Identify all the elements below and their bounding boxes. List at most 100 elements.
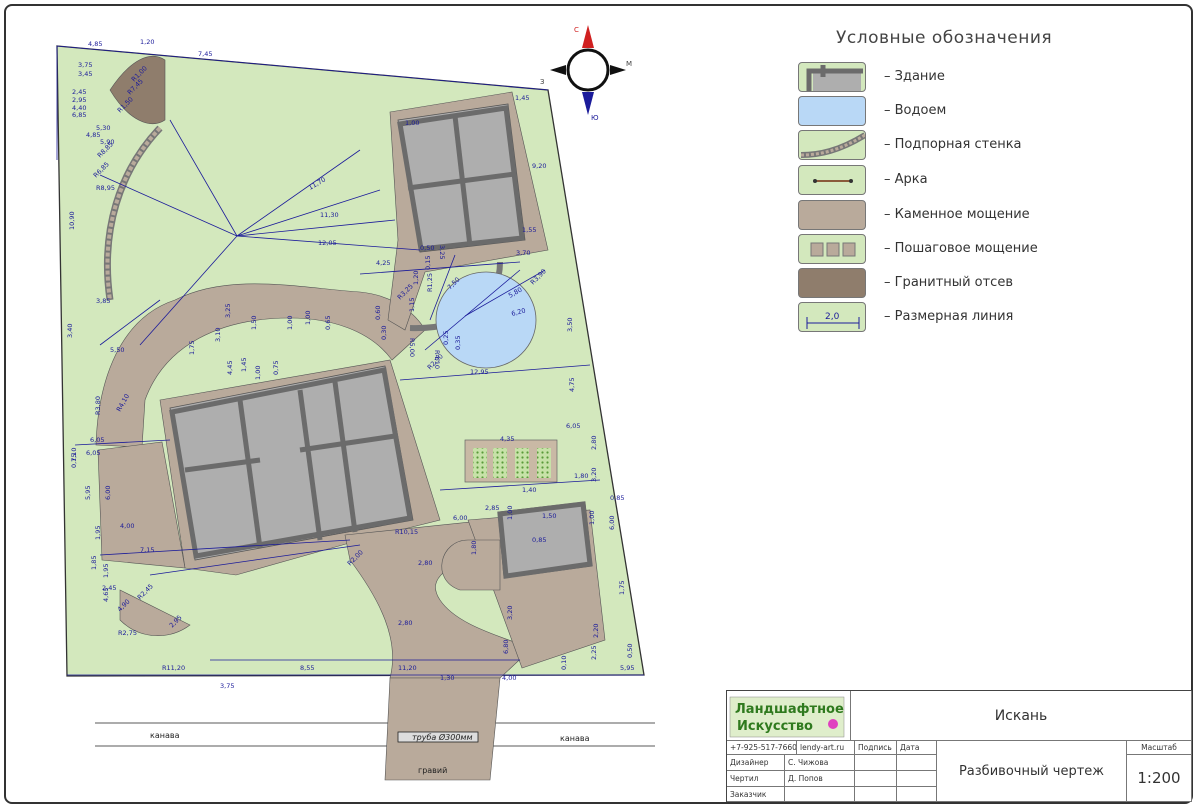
- dimension-label: 2,80: [590, 436, 598, 450]
- dimension-label: 0,25: [442, 331, 450, 345]
- compass-west: З: [540, 78, 545, 86]
- dimension-label: 4,25: [376, 259, 390, 267]
- dimension-label: 4,75: [568, 378, 576, 392]
- dimension-label: 4,00: [502, 674, 516, 682]
- dimension-label: 0,85: [532, 536, 546, 544]
- dimension-label: 1,00: [506, 506, 514, 520]
- dimension-label: 5,95: [620, 664, 634, 672]
- dimension-label: 8,55: [300, 664, 314, 672]
- dimension-label: 4,85: [86, 131, 100, 139]
- dimension-label: 0,10: [560, 656, 568, 670]
- col-date: Дата: [897, 741, 937, 755]
- compass-rose: С М З Ю: [540, 25, 632, 122]
- legend-swatch-pond: [798, 96, 866, 126]
- drawing-name-text: Разбивочный чертеж: [958, 763, 1105, 779]
- scale-value-text: 1:200: [1137, 769, 1181, 787]
- logo-cell: Ландшафтное Искусство: [727, 691, 851, 741]
- dimension-label: 3,50: [566, 318, 574, 332]
- dimension-label: 0,50: [420, 244, 434, 252]
- date-designer: [897, 755, 937, 771]
- dimension-label: 6,05: [90, 436, 104, 444]
- dimension-label: 0,35: [454, 336, 462, 350]
- dimension-label: 0,50: [626, 644, 634, 658]
- legend-label-stepping-paving: – Пошаговое мощение: [884, 241, 1038, 256]
- dimension-label: 3,75: [220, 682, 234, 690]
- scale-value: 1:200: [1127, 755, 1192, 802]
- gate-road: [384, 677, 501, 781]
- legend-swatch-granite-screening: [798, 268, 866, 298]
- legend-label-stone-paving: – Каменное мощение: [884, 207, 1030, 222]
- dimension-label: R5,00: [408, 338, 416, 357]
- dimension-label: 2,85: [485, 504, 499, 512]
- legend-label-building: – Здание: [884, 69, 945, 84]
- dimension-label: 6,00: [453, 514, 467, 522]
- compass-south: Ю: [591, 114, 599, 122]
- dimension-label: 4,65: [102, 588, 110, 602]
- dimension-label: 1,30: [440, 674, 454, 682]
- dimension-label: 1,20: [140, 38, 154, 46]
- dimension-label: 12,05: [318, 239, 337, 247]
- compass-north: С: [574, 26, 579, 34]
- company-logo: Ландшафтное Искусство: [729, 696, 845, 737]
- dimension-label: 11,30: [320, 211, 339, 219]
- dimension-label: 1,00: [588, 511, 596, 525]
- ditch-right-label: канава: [560, 734, 590, 743]
- dimension-label: 1,80: [470, 541, 478, 555]
- dimension-label: 2,95: [72, 96, 86, 104]
- dimension-label: 1,75: [618, 581, 626, 595]
- sign-client: [855, 787, 897, 802]
- dimension-label: 1,85: [90, 556, 98, 570]
- dimension-label: R3,80: [94, 396, 102, 415]
- legend-label-arch: – Арка: [884, 172, 928, 187]
- title-block: Ландшафтное Искусство Искань +7-925-517-…: [726, 690, 1192, 802]
- legend-label-granite-screening: – Гранитный отсев: [884, 275, 1013, 290]
- date-client: [897, 787, 937, 802]
- dimension-label: R10,15: [395, 528, 418, 536]
- dimension-label: 1,45: [240, 358, 248, 372]
- dimension-label: 3,10: [214, 328, 222, 342]
- dimension-label: 1,00: [405, 119, 419, 127]
- compass-east: М: [626, 60, 632, 68]
- gravel-label: гравий: [418, 766, 447, 775]
- dimension-label: 1,00: [254, 366, 262, 380]
- dimension-label: 3,70: [516, 249, 530, 257]
- dimension-label: 1,55: [522, 226, 536, 234]
- logo-line1: Ландшафтное: [735, 702, 844, 717]
- dimension-label: 3,25: [224, 304, 232, 318]
- dimension-label: 1,50: [542, 512, 556, 520]
- dimension-label: 0,15: [424, 256, 432, 270]
- dimension-label: 2,25: [590, 646, 598, 660]
- dimension-label: 1,95: [94, 526, 102, 540]
- dimension-label: 1,95: [102, 564, 110, 578]
- pipe-label: труба Ø300мм: [412, 732, 473, 742]
- legend-label-retaining-wall: – Подпорная стенка: [884, 137, 1022, 152]
- dimension-label: 6,05: [566, 422, 580, 430]
- dimension-label: 7,45: [198, 50, 212, 58]
- dimension-label: 9,20: [532, 162, 546, 170]
- dimension-label: 3,40: [66, 324, 74, 338]
- site-plan: канава канава труба Ø300мм гравий 4,85 1,…: [56, 25, 655, 781]
- dimension-label: 1,15: [408, 298, 416, 312]
- scale-label: Масштаб: [1127, 741, 1192, 755]
- name-client: [785, 787, 855, 802]
- dimension-label: 4,45: [226, 361, 234, 375]
- name-designer: С. Чижова: [785, 755, 855, 771]
- sign-drafter: [855, 771, 897, 787]
- legend-label-dimension-line: – Размерная линия: [884, 309, 1014, 324]
- dimension-label: R11,20: [162, 664, 185, 672]
- dimension-label: 3,20: [506, 606, 514, 620]
- dimension-label: 2,80: [418, 559, 432, 567]
- dimension-label: 1,40: [522, 486, 536, 494]
- legend-swatch-stone-paving: [798, 200, 866, 230]
- dimension-label: 2,45: [72, 88, 86, 96]
- dimension-label: 2,20: [592, 624, 600, 638]
- dimension-label: 0,75: [272, 361, 280, 375]
- role-client: Заказчик: [727, 787, 785, 802]
- project-name-text: Искань: [994, 707, 1048, 724]
- dimension-label: 7,15: [140, 546, 154, 554]
- dimension-label: 0,65: [324, 316, 332, 330]
- legend-swatch-stepping-paving: [798, 234, 866, 264]
- dimension-label: 4,00: [120, 522, 134, 530]
- dimension-label: R2,75: [118, 629, 137, 637]
- legend-swatch-building: [798, 62, 866, 92]
